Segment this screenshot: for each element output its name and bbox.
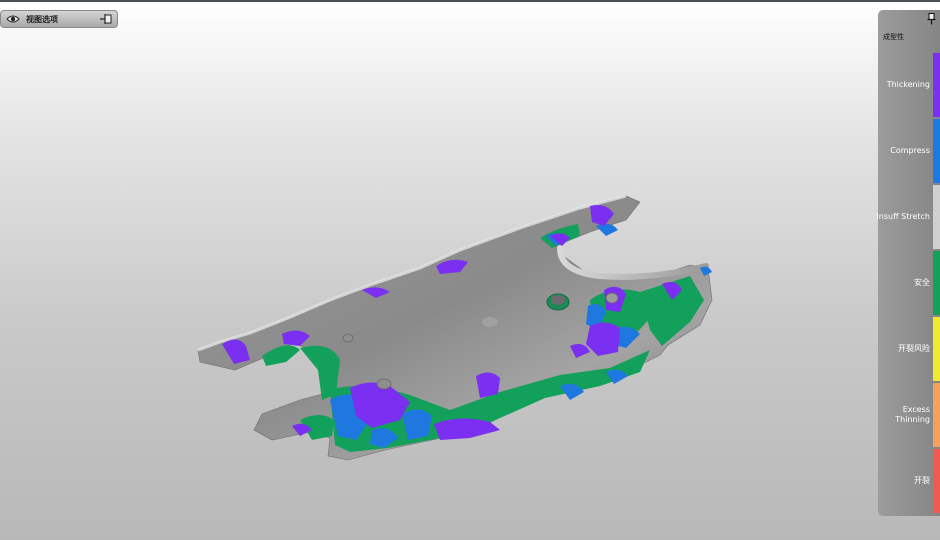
legend-entry: 安全 [878, 250, 940, 316]
legend-color-swatch [933, 251, 940, 315]
legend-color-swatch [933, 185, 940, 249]
legend-entry-label: 安全 [914, 278, 930, 287]
legend-entry-label: Excess Thinning [895, 405, 930, 424]
legend-title: 成型性 [883, 33, 904, 41]
legend-entry-label: Compress [890, 146, 930, 155]
part-flange-rim [557, 245, 709, 280]
eye-icon[interactable] [6, 14, 20, 24]
pin-icon[interactable] [927, 13, 936, 25]
legend-header: 成型性 [878, 10, 940, 46]
legend-entry: Insuff Stretch [876, 184, 940, 250]
legend-entry-label: 开裂风险 [898, 344, 930, 353]
legend-entry: Compress [878, 118, 940, 184]
viewport-3d[interactable] [0, 0, 940, 540]
legend-color-swatch [933, 383, 940, 447]
legend-color-swatch [933, 449, 940, 513]
legend-entry: Excess Thinning [878, 382, 940, 448]
legend-color-swatch [933, 53, 940, 117]
stamped-part-model[interactable] [197, 194, 713, 461]
legend-entries: Thickening Compress Insuff Stretch 安全开裂风险 Ex… [876, 52, 940, 514]
legend-entry-label: Insuff Stretch [876, 212, 930, 221]
legend-color-swatch [933, 317, 940, 381]
legend-entry-label: 开裂 [914, 476, 930, 485]
legend-entry: Thickening [878, 52, 940, 118]
legend-entry: 开裂 [878, 448, 940, 514]
legend-entry: 开裂风险 [878, 316, 940, 382]
legend-color-swatch [933, 119, 940, 183]
view-options-toolbar[interactable]: 视图选项 [0, 10, 118, 28]
pin-icon[interactable] [99, 13, 113, 25]
legend-entry-label: Thickening [886, 80, 930, 89]
view-options-label[interactable]: 视图选项 [26, 14, 58, 25]
formability-legend-panel: 成型性 Thickening Compress Insuff Stretch 安全开裂… [876, 10, 940, 516]
